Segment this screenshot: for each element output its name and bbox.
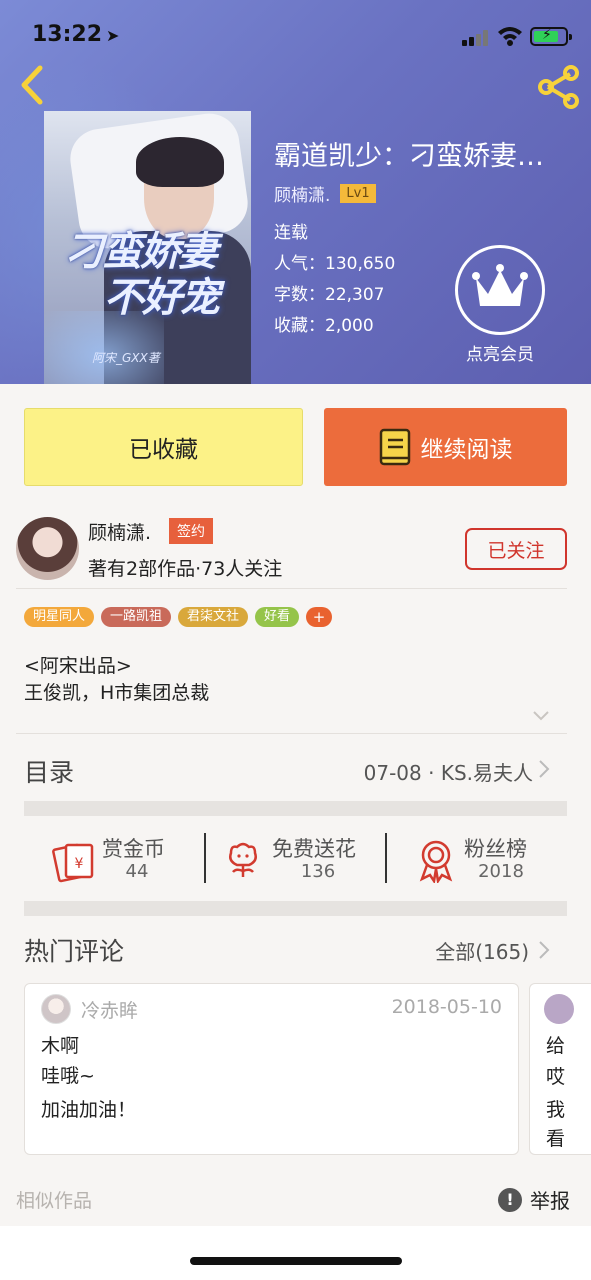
comment-text-line: 给 — [546, 1035, 566, 1057]
follow-button[interactable]: 已关注 — [465, 528, 567, 570]
favorited-label: 已收藏 — [129, 437, 198, 463]
share-icon[interactable] — [536, 64, 582, 110]
fan-ranking-stat[interactable]: 粉丝榜 2018 — [416, 831, 567, 889]
level-badge: Lv1 — [340, 183, 376, 203]
serial-status: 连载 — [274, 223, 308, 243]
status-time: 13:22 ➤ — [32, 22, 119, 47]
toc-label: 目录 — [24, 758, 75, 787]
vip-crown-button[interactable] — [455, 245, 545, 335]
table-of-contents-row[interactable]: 目录 07-08 · KS.易夫人 — [0, 735, 591, 801]
hot-comments-title: 热门评论 — [24, 937, 125, 966]
location-icon: ➤ — [106, 26, 120, 45]
medal-icon — [419, 840, 453, 883]
stat-value: 2018 — [478, 861, 524, 882]
clock-text: 13:22 — [32, 22, 103, 47]
wifi-icon — [498, 27, 522, 46]
comment-card[interactable]: 冷赤眸 2018-05-10 木啊 哇哦~ 加油加油！ — [24, 983, 519, 1155]
bottom-bar — [0, 1226, 591, 1280]
book-description: <阿宋出品> 王俊凯，H市集团总裁 — [24, 653, 209, 707]
comment-text-line: 我 — [546, 1099, 566, 1121]
stat-value: 44 — [125, 861, 149, 882]
red-envelope-icon: ¥ — [52, 843, 94, 883]
report-button[interactable]: ! 举报 — [498, 1185, 570, 1214]
chevron-right-icon — [539, 760, 550, 778]
svg-text:¥: ¥ — [75, 856, 84, 872]
comment-text-line: 木啊 — [41, 1035, 80, 1057]
chevron-right-icon[interactable] — [538, 940, 550, 960]
comment-date: 2018-05-10 — [391, 996, 502, 1018]
comment-text-line: 哇哦~ — [41, 1065, 95, 1087]
author-name[interactable]: 顾楠潇. — [88, 518, 151, 545]
book-icon — [379, 428, 410, 466]
section-separator — [24, 801, 567, 816]
word-count-stat: 字数：22,307 — [274, 285, 385, 305]
tag-list: 明星同人 一路凯祖 君柒文社 好看 + — [24, 607, 333, 627]
latest-chapter: 07-08 · KS.易夫人 — [363, 761, 533, 785]
free-flower-stat[interactable]: 免费送花 136 — [222, 831, 402, 889]
cover-subtitle: 阿宋_GXX著 — [92, 351, 160, 365]
all-comments-link[interactable]: 全部(165) — [435, 936, 529, 965]
crown-icon — [472, 264, 528, 306]
author-avatar[interactable] — [16, 517, 79, 580]
back-icon[interactable] — [14, 62, 50, 108]
similar-works-label[interactable]: 相似作品 — [16, 1186, 92, 1213]
signed-badge: 签约 — [169, 518, 213, 544]
tag-item[interactable]: 明星同人 — [24, 607, 95, 627]
follow-label: 已关注 — [487, 539, 545, 562]
signal-icon — [462, 30, 492, 46]
comment-card[interactable]: 给 哎 我 看 — [529, 983, 591, 1155]
section-separator — [24, 901, 567, 916]
flower-icon — [229, 842, 257, 877]
reward-stats-row: ¥ 赏金币 44 免费送花 136 粉丝榜 2018 — [24, 831, 567, 889]
more-tags-button[interactable]: + — [306, 607, 333, 627]
book-header: 13:22 ➤ ⚡ 刁蛮娇妻 不好宠 阿宋_GXX著 霸道凯少：刁蛮娇妻… 顾楠… — [0, 0, 591, 384]
favorited-button[interactable]: 已收藏 — [24, 408, 303, 486]
description-line: <阿宋出品> — [24, 655, 132, 677]
book-author[interactable]: 顾楠潇. — [274, 181, 330, 206]
home-indicator[interactable] — [190, 1257, 402, 1265]
stat-separator — [204, 833, 206, 883]
favorites-stat: 收藏：2,000 — [274, 316, 374, 336]
cover-title: 刁蛮娇妻 不好宠 — [64, 228, 220, 321]
book-title: 霸道凯少：刁蛮娇妻… — [274, 141, 544, 172]
report-label: 举报 — [530, 1189, 570, 1213]
reward-coins-stat[interactable]: ¥ 赏金币 44 — [50, 831, 200, 889]
comment-text-line: 看 — [546, 1128, 566, 1150]
battery-icon: ⚡ — [530, 27, 572, 46]
continue-reading-button[interactable]: 继续阅读 — [324, 408, 567, 486]
continue-reading-label: 继续阅读 — [420, 437, 513, 463]
cover-title-line: 刁蛮娇妻 — [64, 228, 218, 275]
status-bar: 13:22 ➤ ⚡ — [0, 0, 591, 70]
stat-label: 免费送花 — [272, 837, 356, 861]
warning-icon: ! — [498, 1187, 522, 1212]
vip-label[interactable]: 点亮会员 — [455, 340, 545, 365]
commenter-avatar[interactable] — [544, 994, 574, 1024]
commenter-avatar[interactable] — [41, 994, 71, 1024]
tag-item[interactable]: 君柒文社 — [178, 607, 249, 627]
stat-label: 赏金币 — [102, 837, 165, 861]
description-line: 王俊凯，H市集团总裁 — [24, 682, 210, 704]
divider — [16, 588, 567, 589]
popularity-stat: 人气：130,650 — [274, 254, 396, 274]
stat-separator — [385, 833, 387, 883]
commenter-name[interactable]: 冷赤眸 — [81, 996, 138, 1023]
stat-label: 粉丝榜 — [464, 837, 527, 861]
tag-item[interactable]: 一路凯祖 — [101, 607, 172, 627]
comment-text-line: 哎 — [546, 1066, 566, 1088]
stat-value: 136 — [300, 861, 336, 882]
divider — [16, 733, 567, 734]
cover-title-line: 不好宠 — [104, 274, 220, 321]
comment-text-line: 加油加油！ — [41, 1099, 137, 1121]
book-cover[interactable]: 刁蛮娇妻 不好宠 阿宋_GXX著 — [44, 111, 251, 384]
book-author-row: 顾楠潇. Lv1 — [274, 181, 376, 206]
author-stats: 著有2部作品·73人关注 — [88, 558, 283, 580]
tag-item[interactable]: 好看 — [255, 607, 300, 627]
expand-chevron-icon[interactable] — [532, 710, 550, 722]
